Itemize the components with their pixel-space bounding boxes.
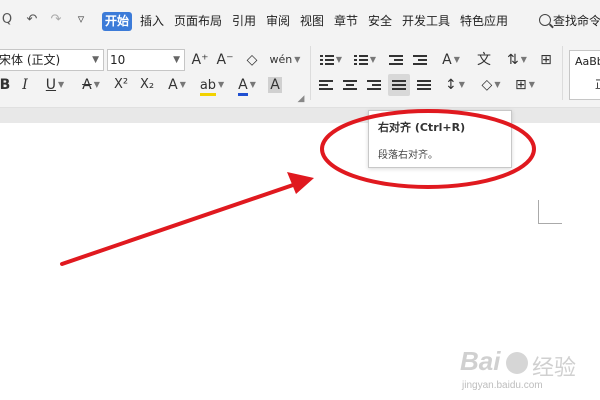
- baidu-paw-icon: [506, 352, 528, 374]
- pointer-arrow-shaft: [60, 182, 298, 266]
- watermark-brand: Bai: [460, 346, 501, 376]
- pointer-arrow-head: [287, 172, 314, 194]
- highlight-ellipse: [320, 109, 536, 189]
- annotation-overlay: [60, 109, 536, 266]
- watermark-brand-suffix: 经验: [532, 356, 577, 381]
- baidu-watermark: Bai 经验 jingyan.baidu.com: [456, 346, 600, 400]
- watermark-url: jingyan.baidu.com: [462, 380, 543, 391]
